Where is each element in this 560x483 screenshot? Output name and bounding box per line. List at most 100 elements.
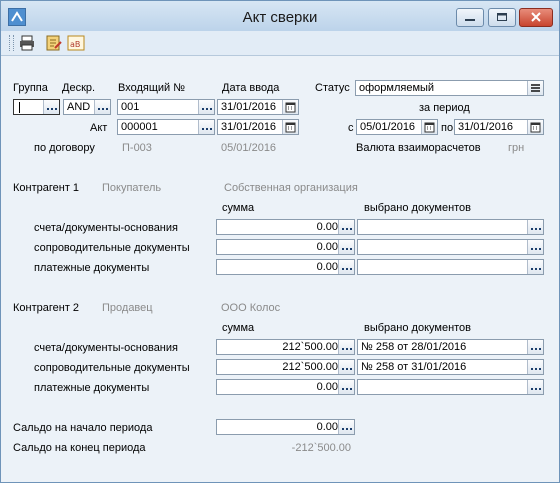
period-to-field[interactable]: 31/01/2016 [454, 119, 544, 135]
end-balance-value: -212`500.00 [291, 442, 351, 454]
ellipsis-icon [342, 388, 352, 390]
title-bar: Акт сверки [1, 1, 559, 31]
cp1-row1-docs-field[interactable] [357, 219, 544, 235]
cp1-row3-sum-field[interactable]: 0.00 [216, 259, 355, 275]
cp2-row1-sum: 212`500.00 [282, 341, 338, 353]
incoming-number-field[interactable]: 001 [117, 99, 215, 115]
act-number-value: 000001 [121, 121, 158, 133]
document-edit-icon [46, 35, 62, 51]
ellipsis-icon [531, 368, 541, 370]
cp1-row1-label: счета/документы-основания [34, 222, 178, 234]
calendar-icon [285, 122, 296, 133]
ellipsis-icon [342, 248, 352, 250]
counterparty2-role: Продавец [102, 302, 153, 314]
cp1-row1-docs-button[interactable] [527, 220, 543, 234]
cp2-row2-docs-button[interactable] [527, 360, 543, 374]
group-label: Группа [13, 82, 48, 94]
ellipsis-icon [531, 268, 541, 270]
incoming-number-label: Входящий № [118, 82, 186, 94]
maximize-icon [497, 13, 507, 21]
start-balance-button[interactable] [338, 420, 354, 434]
entry-date-label: Дата ввода [222, 82, 280, 94]
cp1-row3-sum-button[interactable] [338, 260, 354, 274]
act-date-calendar-button[interactable] [282, 120, 298, 134]
toolbar-grip[interactable] [9, 35, 14, 51]
print-button[interactable] [18, 34, 36, 52]
cp1-row2-sum-field[interactable]: 0.00 [216, 239, 355, 255]
end-balance-label: Сальдо на конец периода [13, 442, 146, 454]
ellipsis-icon [98, 108, 108, 110]
period-from-calendar-button[interactable] [421, 120, 437, 134]
act-date-field[interactable]: 31/01/2016 [217, 119, 299, 135]
ellipsis-icon [531, 348, 541, 350]
contract-date: 05/01/2016 [221, 142, 277, 154]
descr-field[interactable]: AND [63, 99, 111, 115]
ellipsis-icon [342, 368, 352, 370]
cp2-row3-docs-button[interactable] [527, 380, 543, 394]
cp1-row2-sum-button[interactable] [338, 240, 354, 254]
calendar-icon [530, 122, 541, 133]
group-select-button[interactable] [43, 100, 59, 114]
cp1-row3-label: платежные документы [34, 262, 150, 274]
counterparty1-title: Контрагент 1 [13, 182, 80, 194]
cp2-row1-sum-field[interactable]: 212`500.00 [216, 339, 355, 355]
act-label: Акт [90, 122, 108, 134]
ellipsis-icon [342, 348, 352, 350]
entry-date-calendar-button[interactable] [282, 100, 298, 114]
start-balance-field[interactable]: 0.00 [216, 419, 355, 435]
start-balance-label: Сальдо на начало периода [13, 422, 153, 434]
cp1-row1-sum-button[interactable] [338, 220, 354, 234]
cp1-row2-sum: 0.00 [316, 241, 338, 253]
cp2-row2-sum: 212`500.00 [282, 361, 338, 373]
cp1-row2-docs-button[interactable] [527, 240, 543, 254]
act-number-field[interactable]: 000001 [117, 119, 215, 135]
svg-text:aB: aB [70, 40, 80, 49]
counterparty2-title: Контрагент 2 [13, 302, 80, 314]
ellipsis-icon [342, 268, 352, 270]
close-button[interactable] [519, 8, 553, 27]
period-from-value: 05/01/2016 [360, 121, 416, 133]
text-format-button[interactable]: aB [67, 34, 85, 52]
ellipsis-icon [202, 108, 212, 110]
cp2-row1-sum-button[interactable] [338, 340, 354, 354]
text-cursor [19, 102, 20, 113]
status-field[interactable]: оформляемый [355, 80, 544, 96]
ellipsis-icon [47, 108, 57, 110]
counterparty1-sum-header: сумма [222, 202, 255, 214]
period-to-calendar-button[interactable] [527, 120, 543, 134]
cp2-row1-docs-field[interactable]: № 258 от 28/01/2016 [357, 339, 544, 355]
ellipsis-icon [531, 388, 541, 390]
entry-date-field[interactable]: 31/01/2016 [217, 99, 299, 115]
maximize-button[interactable] [488, 8, 516, 27]
cp2-row2-sum-button[interactable] [338, 360, 354, 374]
cp2-row2-sum-field[interactable]: 212`500.00 [216, 359, 355, 375]
minimize-button[interactable] [456, 8, 484, 27]
cp2-row2-docs-field[interactable]: № 258 от 31/01/2016 [357, 359, 544, 375]
status-menu-button[interactable] [527, 81, 543, 95]
period-label: за период [419, 102, 470, 114]
status-value: оформляемый [359, 82, 435, 94]
descr-select-button[interactable] [94, 100, 110, 114]
cp2-row1-docs-button[interactable] [527, 340, 543, 354]
act-select-button[interactable] [198, 120, 214, 134]
descr-value: AND [67, 101, 91, 113]
cp1-row3-docs-field[interactable] [357, 259, 544, 275]
cp2-row3-sum-button[interactable] [338, 380, 354, 394]
cp1-row1-sum-field[interactable]: 0.00 [216, 219, 355, 235]
cp1-row2-docs-field[interactable] [357, 239, 544, 255]
incoming-select-button[interactable] [198, 100, 214, 114]
start-balance-value: 0.00 [316, 421, 338, 433]
descr-label: Дескр. [62, 82, 96, 94]
act-date-value: 31/01/2016 [221, 121, 277, 133]
cp2-row3-sum-field[interactable]: 0.00 [216, 379, 355, 395]
edit-document-button[interactable] [45, 34, 63, 52]
toolbar: aB [1, 31, 559, 56]
cp1-row3-docs-button[interactable] [527, 260, 543, 274]
group-field[interactable] [13, 99, 60, 115]
cp2-row3-docs-field[interactable] [357, 379, 544, 395]
contract-label: по договору [34, 142, 95, 154]
period-from-field[interactable]: 05/01/2016 [356, 119, 438, 135]
counterparty2-name: ООО Колос [221, 302, 281, 314]
cp2-row2-label: сопроводительные документы [34, 362, 190, 374]
ellipsis-icon [531, 228, 541, 230]
